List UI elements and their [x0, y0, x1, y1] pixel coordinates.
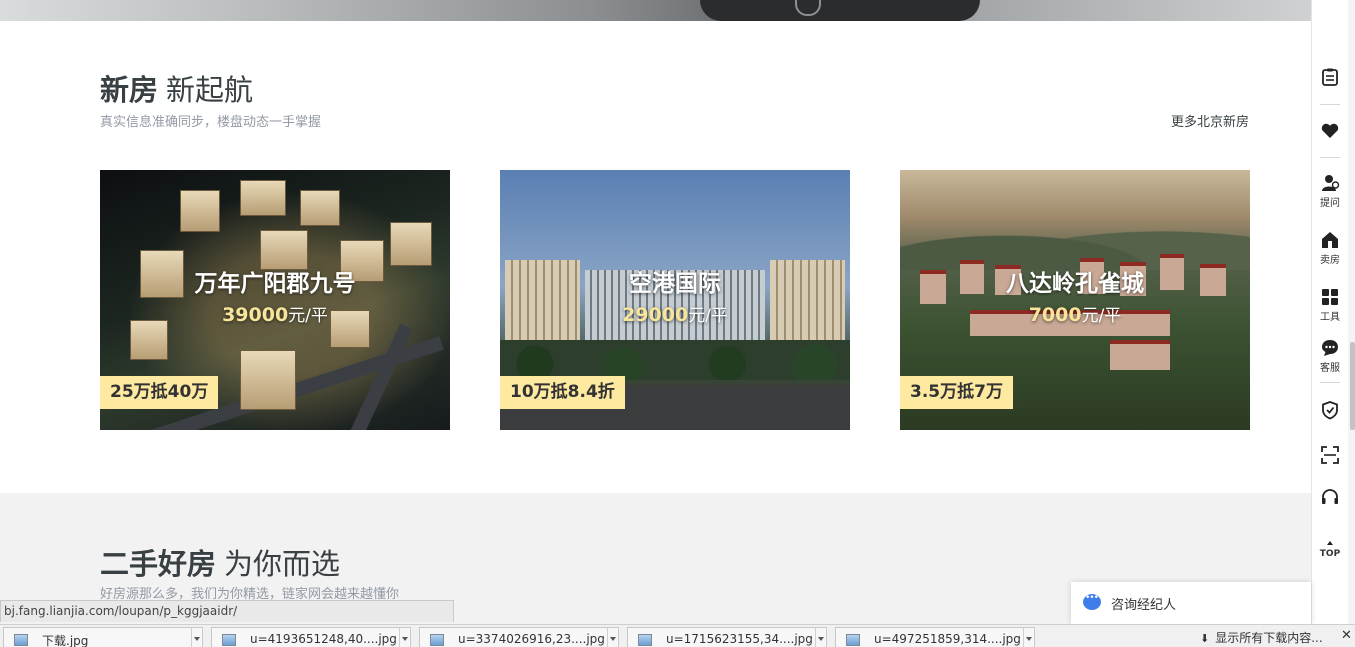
sidebar-item-tools[interactable]: 工具	[1312, 287, 1348, 323]
shield-icon	[1322, 401, 1338, 420]
property-name: 八达岭孔雀城	[1006, 271, 1144, 297]
chevron-down-icon[interactable]	[1023, 628, 1034, 647]
price-unit: 元/平	[288, 306, 328, 326]
sidebar-item-list[interactable]	[1312, 67, 1348, 87]
new-homes-title-bold: 新房	[100, 73, 159, 107]
property-name: 万年广阳郡九号	[194, 271, 356, 297]
download-item[interactable]: u=497251859,314....jpg	[835, 627, 1035, 647]
new-home-card-2[interactable]: 空港国际 29000元/平 10万抵8.4折	[500, 170, 850, 430]
property-name: 空港国际	[629, 271, 721, 297]
page-scrollbar[interactable]	[1348, 0, 1355, 647]
consult-agent-button[interactable]: 咨询经纪人	[1071, 582, 1311, 624]
tools-grid-icon	[1322, 289, 1338, 305]
image-file-icon	[14, 634, 28, 646]
download-bar: 下载.jpg u=4193651248,40....jpg u=33740269…	[0, 624, 1355, 647]
price-number: 39000	[222, 304, 289, 326]
card-overlay: 万年广阳郡九号 39000元/平	[100, 264, 450, 326]
close-download-bar-button[interactable]: ✕	[1341, 628, 1352, 643]
sidebar-item-scan[interactable]	[1312, 445, 1348, 465]
chat-bubble-icon	[1322, 340, 1338, 356]
download-item[interactable]: 下载.jpg	[3, 627, 203, 647]
image-file-icon	[222, 634, 236, 646]
chat-icon	[1083, 593, 1101, 610]
download-arrow-icon: ⬇	[1200, 632, 1210, 645]
download-filename: u=3374026916,23....jpg	[458, 632, 605, 646]
chevron-down-icon[interactable]	[815, 628, 826, 647]
consult-agent-label: 咨询经纪人	[1111, 598, 1177, 613]
price-number: 29000	[622, 304, 689, 326]
sidebar-item-favorites[interactable]	[1312, 121, 1348, 141]
new-homes-title-light: 新起航	[166, 73, 254, 107]
back-to-top-button[interactable]: TOP	[1312, 538, 1348, 559]
page: 新房新起航 真实信息准确同步，楼盘动态一手掌握 更多北京新房 万年广阳郡九号	[0, 0, 1355, 647]
new-home-card-3[interactable]: 八达岭孔雀城 7000元/平 3.5万抵7万	[900, 170, 1250, 430]
top-banner-image[interactable]	[0, 0, 1311, 21]
chevron-down-icon[interactable]	[607, 628, 618, 647]
sidebar-item-ask[interactable]: 提问	[1312, 173, 1348, 209]
heart-icon	[1321, 123, 1339, 138]
price-unit: 元/平	[1081, 306, 1122, 326]
clipboard-icon	[1322, 68, 1338, 86]
scan-icon	[1321, 446, 1339, 464]
show-all-downloads-label: 显示所有下载内容...	[1215, 631, 1323, 645]
sell-house-icon	[1322, 232, 1338, 248]
show-all-downloads-link[interactable]: ⬇ 显示所有下载内容...	[1200, 629, 1323, 646]
banner-phone-graphic	[700, 0, 980, 21]
sidebar-item-label: 卖房	[1320, 255, 1340, 266]
second-hand-title: 二手好房 为你而选	[100, 541, 340, 583]
property-price: 39000元/平	[100, 301, 450, 326]
sidebar-item-label: TOP	[1319, 549, 1341, 559]
scrollbar-thumb[interactable]	[1350, 342, 1355, 430]
discount-tag: 25万抵40万	[100, 376, 219, 409]
chevron-down-icon[interactable]	[191, 628, 202, 647]
top-arrow-icon	[1327, 541, 1333, 545]
chevron-down-icon[interactable]	[399, 628, 410, 647]
card-overlay: 空港国际 29000元/平	[500, 264, 850, 326]
headset-icon	[1322, 489, 1338, 504]
new-homes-section: 新房新起航 真实信息准确同步，楼盘动态一手掌握 更多北京新房 万年广阳郡九号	[0, 21, 1311, 493]
card-overlay: 八达岭孔雀城 7000元/平	[900, 264, 1250, 326]
property-price: 29000元/平	[500, 301, 850, 326]
download-filename: 下载.jpg	[42, 634, 89, 647]
download-item[interactable]: u=3374026916,23....jpg	[419, 627, 619, 647]
discount-tag: 10万抵8.4折	[500, 376, 625, 409]
image-file-icon	[430, 634, 444, 646]
download-filename: u=4193651248,40....jpg	[250, 632, 397, 646]
download-item[interactable]: u=1715623155,34....jpg	[627, 627, 827, 647]
sidebar-item-label: 提问	[1320, 198, 1340, 209]
sidebar-item-label: 客服	[1320, 363, 1340, 374]
download-filename: u=1715623155,34....jpg	[666, 632, 813, 646]
new-homes-subtitle: 真实信息准确同步，楼盘动态一手掌握	[100, 115, 322, 130]
download-filename: u=497251859,314....jpg	[874, 632, 1021, 646]
more-beijing-new-homes-link[interactable]: 更多北京新房	[1171, 111, 1249, 130]
discount-tag: 3.5万抵7万	[900, 376, 1013, 409]
sidebar-item-security[interactable]	[1312, 400, 1348, 420]
new-home-card-1[interactable]: 万年广阳郡九号 39000元/平 25万抵40万	[100, 170, 450, 430]
new-homes-title: 新房 新起航	[100, 67, 253, 109]
right-sidebar: 提问 卖房 工具 客服 TOP	[1311, 0, 1347, 647]
second-hand-title-bold: 二手好房	[100, 547, 217, 581]
status-bar-url: bj.fang.lianjia.com/loupan/p_kggjaaidr/	[0, 600, 454, 622]
image-file-icon	[638, 634, 652, 646]
sidebar-item-service[interactable]: 客服	[1312, 338, 1348, 374]
sidebar-item-label: 工具	[1320, 312, 1340, 323]
question-person-icon	[1322, 175, 1340, 191]
image-file-icon	[846, 634, 860, 646]
sidebar-item-sell[interactable]: 卖房	[1312, 230, 1348, 266]
price-unit: 元/平	[688, 306, 728, 326]
price-number: 7000	[1028, 304, 1082, 326]
sidebar-item-support[interactable]	[1312, 487, 1348, 507]
property-price: 7000元/平	[900, 301, 1250, 326]
download-item[interactable]: u=4193651248,40....jpg	[211, 627, 411, 647]
second-hand-title-light: 为你而选	[224, 547, 341, 581]
